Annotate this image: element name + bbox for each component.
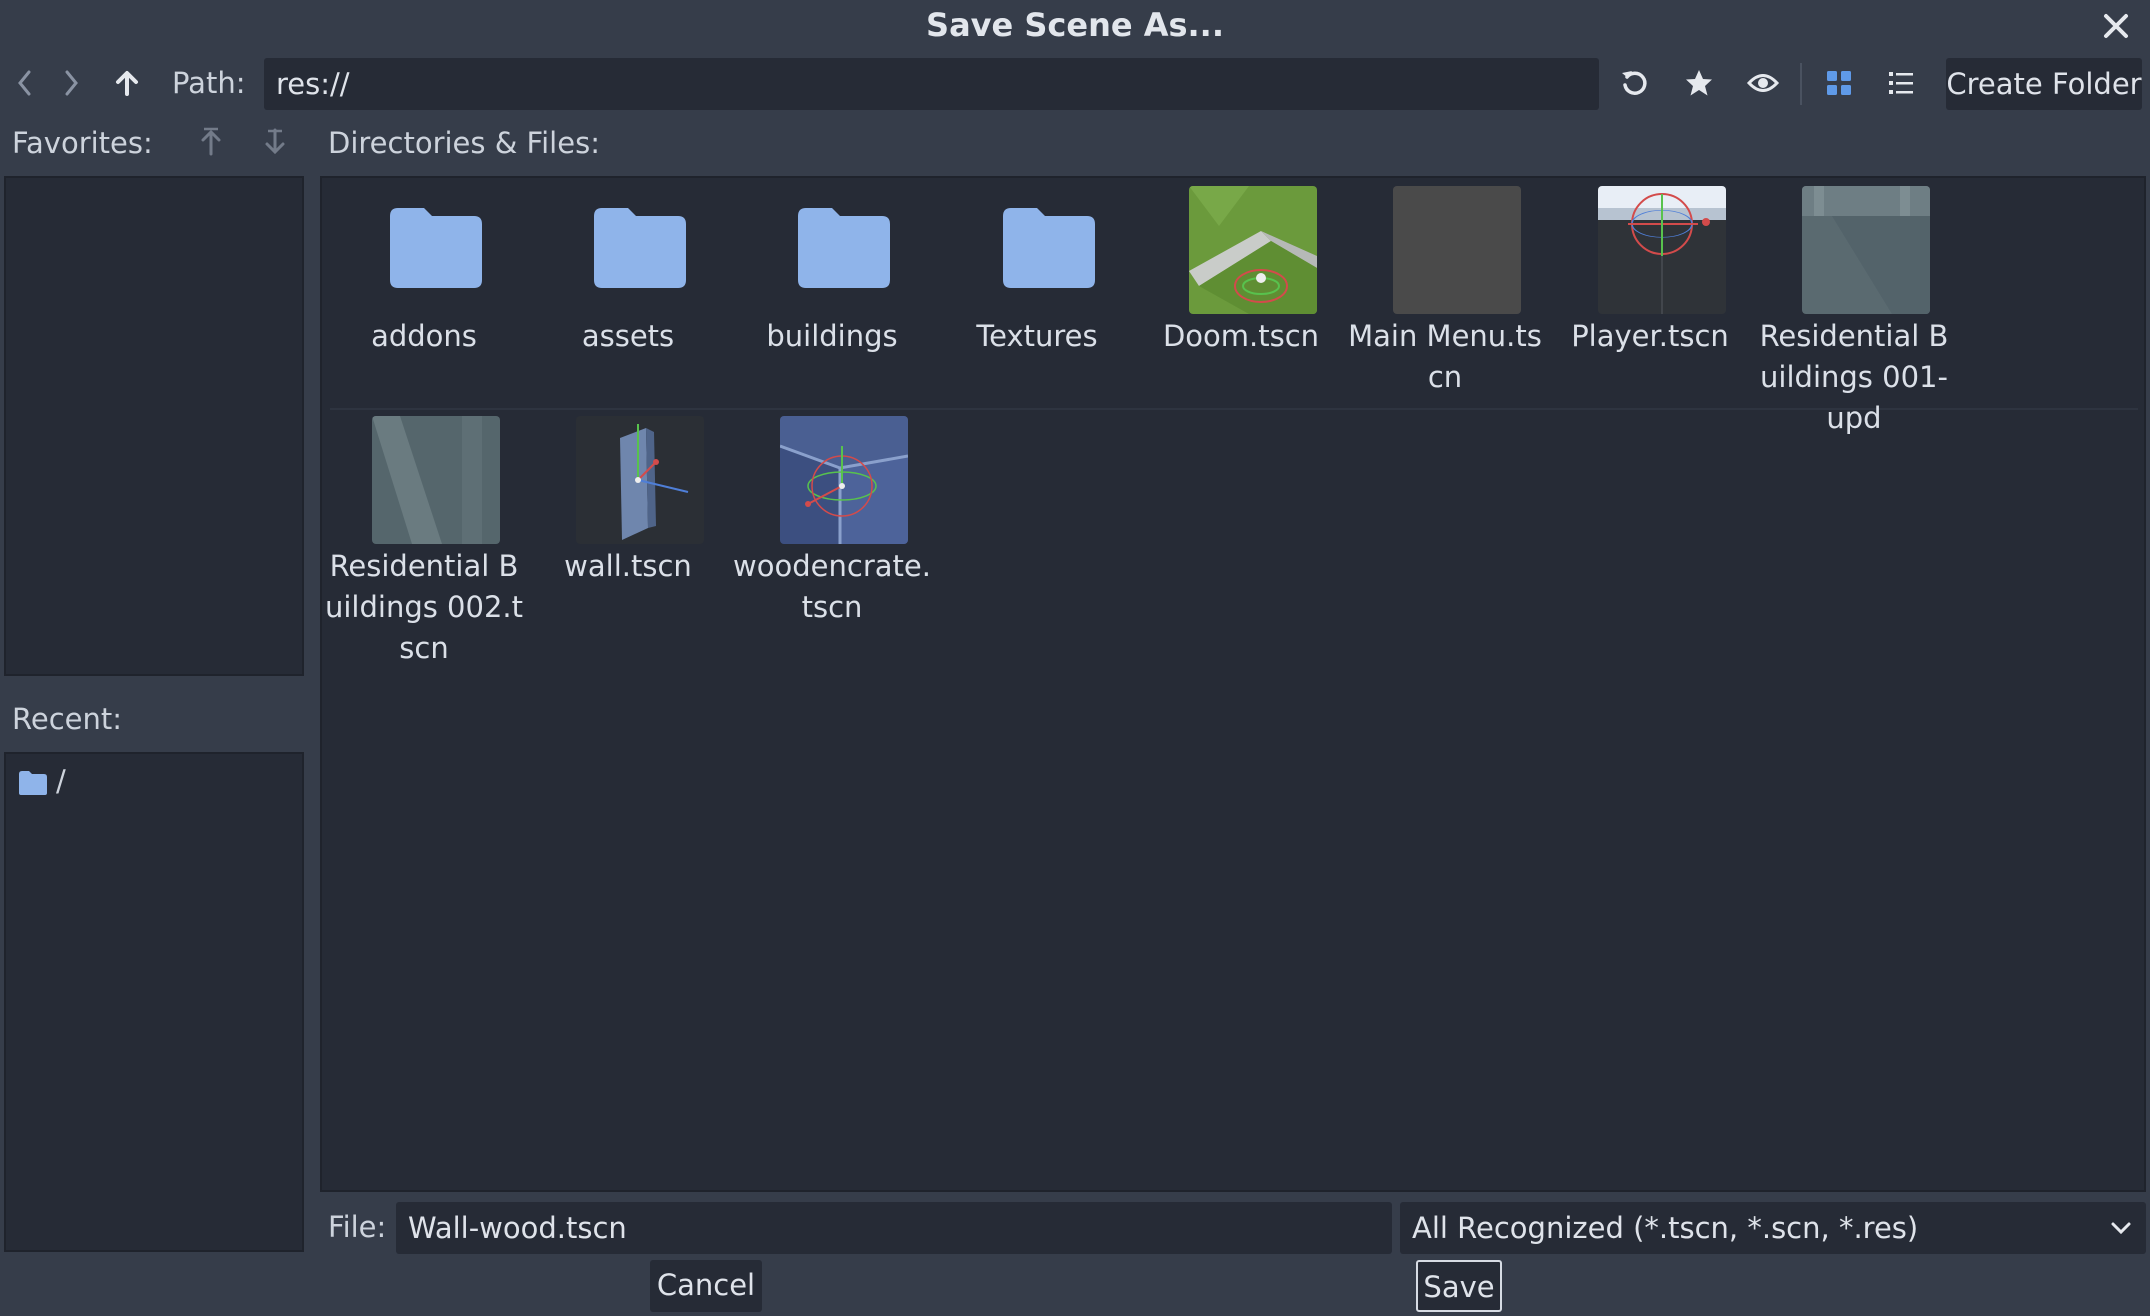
refresh-icon <box>1622 71 1647 95</box>
list-view-button[interactable] <box>1878 58 1924 108</box>
folder-icon <box>19 771 47 795</box>
arrow-up-icon <box>201 127 221 156</box>
file-item-assets[interactable]: assets <box>526 178 730 398</box>
file-item-label: Main Menu.tscn <box>1348 319 1542 394</box>
recent-item-label: / <box>56 764 66 798</box>
recent-label: Recent: <box>12 702 122 736</box>
filename-input[interactable]: Wall-wood.tscn <box>396 1202 1392 1254</box>
folder-icon <box>985 186 1113 314</box>
arrow-up-icon <box>116 71 138 96</box>
file-item-label: wall.tscn <box>564 549 692 583</box>
file-item-label: addons <box>371 319 477 353</box>
list-icon <box>1889 72 1913 94</box>
dialog-title: Save Scene As... <box>926 6 1224 44</box>
create-folder-button[interactable]: Create Folder <box>1946 58 2142 110</box>
file-label: File: <box>328 1210 387 1244</box>
chevron-down-icon <box>2111 1222 2131 1235</box>
grid-view-button[interactable] <box>1816 58 1862 108</box>
refresh-button[interactable] <box>1612 58 1658 108</box>
grid-icon <box>1827 71 1851 95</box>
folder-icon <box>780 186 908 314</box>
files-header-label: Directories & Files: <box>328 126 600 160</box>
recent-list[interactable]: / <box>4 752 304 1252</box>
scene-thumbnail <box>780 416 908 544</box>
recent-item[interactable]: / <box>14 764 294 802</box>
file-item-player[interactable]: Player.tscn <box>1548 178 1752 398</box>
file-item-label: Textures <box>976 319 1098 353</box>
chevron-right-icon <box>65 70 78 96</box>
close-icon <box>2104 14 2128 38</box>
star-icon <box>1686 70 1712 96</box>
file-item-buildings[interactable]: buildings <box>730 178 934 398</box>
scene-thumbnail <box>1189 186 1317 314</box>
favorites-list[interactable] <box>4 176 304 676</box>
back-button[interactable] <box>2 58 48 108</box>
move-favorite-up-button[interactable] <box>188 120 234 164</box>
favorite-button[interactable] <box>1676 58 1722 108</box>
move-favorite-down-button[interactable] <box>252 120 298 164</box>
path-label: Path: <box>172 66 246 100</box>
file-item-addons[interactable]: addons <box>322 178 526 398</box>
scene-thumbnail <box>1802 186 1930 314</box>
file-item-doom[interactable]: Doom.tscn <box>1139 178 1343 398</box>
save-button[interactable]: Save <box>1416 1260 1502 1312</box>
go-up-button[interactable] <box>104 58 150 108</box>
path-input[interactable]: res:// <box>264 58 1599 110</box>
filter-select-value: All Recognized (*.tscn, *.scn, *.res) <box>1412 1211 1919 1245</box>
toolbar-separator <box>1800 63 1802 105</box>
file-item-label: buildings <box>766 319 898 353</box>
arrow-down-icon <box>265 128 285 155</box>
file-item-label: woodencrate.tscn <box>733 549 931 624</box>
file-item-residential-002[interactable]: Residential Buildings 002.tscn <box>322 408 526 665</box>
filter-select[interactable]: All Recognized (*.tscn, *.scn, *.res) <box>1400 1202 2146 1254</box>
file-item-wall[interactable]: wall.tscn <box>526 408 730 628</box>
file-item-textures[interactable]: Textures <box>935 178 1139 398</box>
scene-thumbnail <box>372 416 500 544</box>
eye-icon <box>1746 74 1780 92</box>
favorites-label: Favorites: <box>12 126 153 160</box>
cancel-button[interactable]: Cancel <box>650 1260 762 1312</box>
scene-thumbnail <box>576 416 704 544</box>
file-item-woodencrate[interactable]: woodencrate.tscn <box>730 408 934 628</box>
file-item-label: Player.tscn <box>1571 319 1729 353</box>
scene-thumbnail <box>1598 186 1726 314</box>
toggle-hidden-button[interactable] <box>1740 58 1786 108</box>
file-item-label: Doom.tscn <box>1162 319 1320 353</box>
scene-thumbnail <box>1393 186 1521 314</box>
forward-button[interactable] <box>48 58 94 108</box>
file-item-residential-001[interactable]: Residential Buildings 001-upd <box>1752 178 1956 435</box>
close-button[interactable] <box>2096 6 2136 46</box>
folder-icon <box>576 186 704 314</box>
file-item-main-menu[interactable]: Main Menu.tscn <box>1343 178 1547 398</box>
file-item-label: assets <box>581 319 675 353</box>
folder-icon <box>372 186 500 314</box>
chevron-left-icon <box>18 70 31 96</box>
file-item-label: Residential Buildings 002.tscn <box>324 549 523 665</box>
file-item-label: Residential Buildings 001-upd <box>1759 319 1949 435</box>
